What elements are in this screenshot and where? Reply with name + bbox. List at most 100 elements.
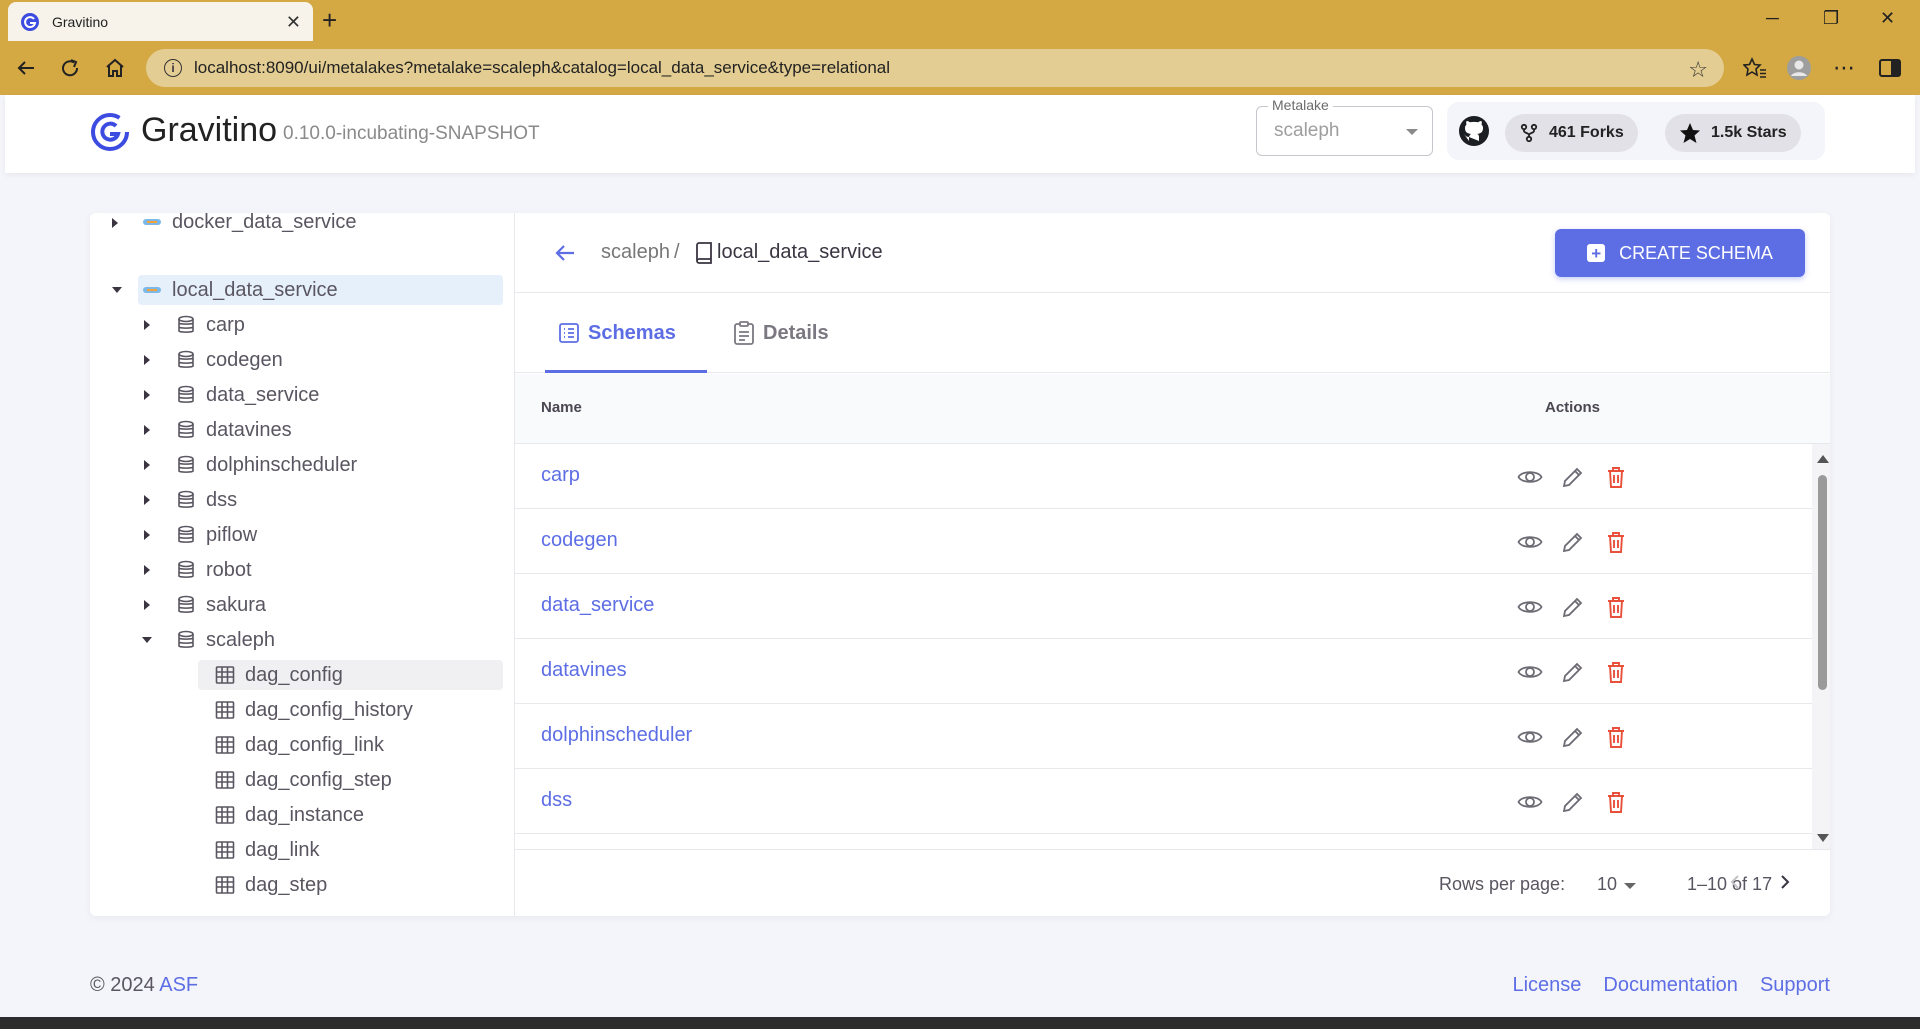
- site-info-icon[interactable]: i: [164, 59, 182, 77]
- edit-icon[interactable]: [1560, 464, 1586, 490]
- schema-name-link[interactable]: datavines: [541, 659, 627, 682]
- tab-schemas[interactable]: Schemas: [558, 313, 676, 353]
- expand-arrow-icon[interactable]: [144, 390, 150, 400]
- tree-table-item[interactable]: dag_step: [215, 870, 327, 900]
- schema-name-link[interactable]: dss: [541, 789, 572, 812]
- view-icon[interactable]: [1517, 594, 1543, 620]
- tree-table-item[interactable]: dag_link: [215, 835, 320, 865]
- github-icon[interactable]: [1457, 114, 1491, 148]
- more-options-icon[interactable]: ⋯: [1830, 54, 1858, 82]
- minimize-icon[interactable]: ─: [1766, 8, 1779, 29]
- rows-per-page-select[interactable]: 10: [1597, 874, 1617, 895]
- favorites-icon[interactable]: [1741, 54, 1769, 82]
- edit-icon[interactable]: [1560, 594, 1586, 620]
- metalake-select[interactable]: Metalake scaleph: [1256, 97, 1433, 156]
- schema-name-link[interactable]: dolphinscheduler: [541, 724, 692, 747]
- schema-name-link[interactable]: data_service: [541, 594, 654, 617]
- collapse-arrow-icon[interactable]: [142, 637, 152, 643]
- tree-schema-item[interactable]: carp: [142, 310, 245, 340]
- view-icon[interactable]: [1517, 789, 1543, 815]
- home-icon[interactable]: [101, 54, 129, 82]
- next-page-icon[interactable]: [1778, 874, 1792, 890]
- tree-schema-item[interactable]: sakura: [142, 590, 266, 620]
- expand-arrow-icon[interactable]: [144, 530, 150, 540]
- tree-catalog-docker[interactable]: docker_data_service: [112, 213, 357, 237]
- forks-badge[interactable]: 461 Forks: [1505, 114, 1638, 152]
- tree-table-item[interactable]: dag_config_history: [215, 695, 413, 725]
- window-close-icon[interactable]: ✕: [1880, 8, 1895, 29]
- new-tab-icon[interactable]: +: [322, 6, 337, 34]
- tree-schema-item[interactable]: dolphinscheduler: [142, 450, 357, 480]
- expand-arrow-icon[interactable]: [144, 495, 150, 505]
- table-icon: [215, 876, 235, 894]
- gravitino-logo-icon[interactable]: [89, 111, 131, 153]
- scroll-up-icon[interactable]: [1817, 455, 1829, 463]
- breadcrumb-metalake[interactable]: scaleph: [601, 241, 670, 264]
- scroll-down-icon[interactable]: [1817, 834, 1829, 842]
- plus-icon: +: [1587, 244, 1606, 262]
- back-icon[interactable]: [12, 54, 40, 82]
- catalog-icon: [143, 287, 161, 293]
- schema-name-link[interactable]: carp: [541, 464, 580, 487]
- view-icon[interactable]: [1517, 464, 1543, 490]
- expand-arrow-icon[interactable]: [144, 565, 150, 575]
- stars-badge[interactable]: 1.5k Stars: [1665, 114, 1801, 152]
- chevron-down-icon[interactable]: [1624, 883, 1636, 889]
- asf-link[interactable]: ASF: [159, 974, 198, 996]
- view-icon[interactable]: [1517, 659, 1543, 685]
- delete-icon[interactable]: [1603, 724, 1629, 750]
- brand-name[interactable]: Gravitino: [141, 111, 277, 150]
- expand-arrow-icon[interactable]: [144, 425, 150, 435]
- expand-arrow-icon[interactable]: [144, 355, 150, 365]
- tree-catalog-local[interactable]: local_data_service: [112, 275, 338, 305]
- back-arrow-icon[interactable]: [553, 241, 577, 265]
- close-tab-icon[interactable]: ✕: [286, 13, 301, 31]
- delete-icon[interactable]: [1603, 659, 1629, 685]
- expand-arrow-icon[interactable]: [144, 600, 150, 610]
- create-schema-button[interactable]: + CREATE SCHEMA: [1555, 229, 1805, 277]
- support-link[interactable]: Support: [1760, 974, 1830, 997]
- edit-icon[interactable]: [1560, 659, 1586, 685]
- tree-table-item[interactable]: dag_instance: [215, 800, 364, 830]
- restore-icon[interactable]: ❐: [1823, 8, 1839, 29]
- edit-icon[interactable]: [1560, 724, 1586, 750]
- address-bar[interactable]: i localhost:8090/ui/metalakes?metalake=s…: [146, 49, 1724, 87]
- profile-avatar-icon[interactable]: [1785, 54, 1813, 82]
- tree-schema-item[interactable]: piflow: [142, 520, 257, 550]
- tree-table-item[interactable]: dag_config_link: [215, 730, 384, 760]
- tree-schema-item[interactable]: data_service: [142, 380, 319, 410]
- delete-icon[interactable]: [1603, 529, 1629, 555]
- expand-arrow-icon[interactable]: [144, 320, 150, 330]
- delete-icon[interactable]: [1603, 594, 1629, 620]
- schema-name-link[interactable]: codegen: [541, 529, 618, 552]
- expand-arrow-icon[interactable]: [112, 218, 118, 228]
- reload-icon[interactable]: [56, 54, 84, 82]
- tree-schema-item[interactable]: robot: [142, 555, 252, 585]
- view-icon[interactable]: [1517, 529, 1543, 555]
- table-scrollbar-thumb[interactable]: [1818, 475, 1827, 690]
- tree-schema-item[interactable]: dss: [142, 485, 237, 515]
- edit-icon[interactable]: [1560, 789, 1586, 815]
- book-icon: [696, 242, 712, 264]
- documentation-link[interactable]: Documentation: [1603, 974, 1738, 997]
- tree-schema-item[interactable]: scaleph: [142, 625, 275, 655]
- sidebar-toggle-icon[interactable]: [1876, 54, 1904, 82]
- collapse-arrow-icon[interactable]: [112, 287, 122, 293]
- tab-details[interactable]: Details: [733, 313, 829, 353]
- tree-schema-item[interactable]: codegen: [142, 345, 283, 375]
- database-icon: [178, 420, 194, 438]
- app-header: Gravitino 0.10.0-incubating-SNAPSHOT Met…: [5, 95, 1915, 173]
- view-icon[interactable]: [1517, 724, 1543, 750]
- column-header-name[interactable]: Name: [541, 399, 582, 416]
- tree-schema-item[interactable]: datavines: [142, 415, 292, 445]
- delete-icon[interactable]: [1603, 464, 1629, 490]
- delete-icon[interactable]: [1603, 789, 1629, 815]
- expand-arrow-icon[interactable]: [144, 460, 150, 470]
- license-link[interactable]: License: [1512, 974, 1581, 997]
- tree-table-item[interactable]: dag_config: [215, 660, 343, 690]
- favorite-star-icon[interactable]: ☆: [1688, 57, 1708, 83]
- browser-tab[interactable]: Gravitino ✕: [8, 2, 313, 41]
- previous-page-icon[interactable]: [1728, 874, 1742, 890]
- tree-table-item[interactable]: dag_config_step: [215, 765, 392, 795]
- edit-icon[interactable]: [1560, 529, 1586, 555]
